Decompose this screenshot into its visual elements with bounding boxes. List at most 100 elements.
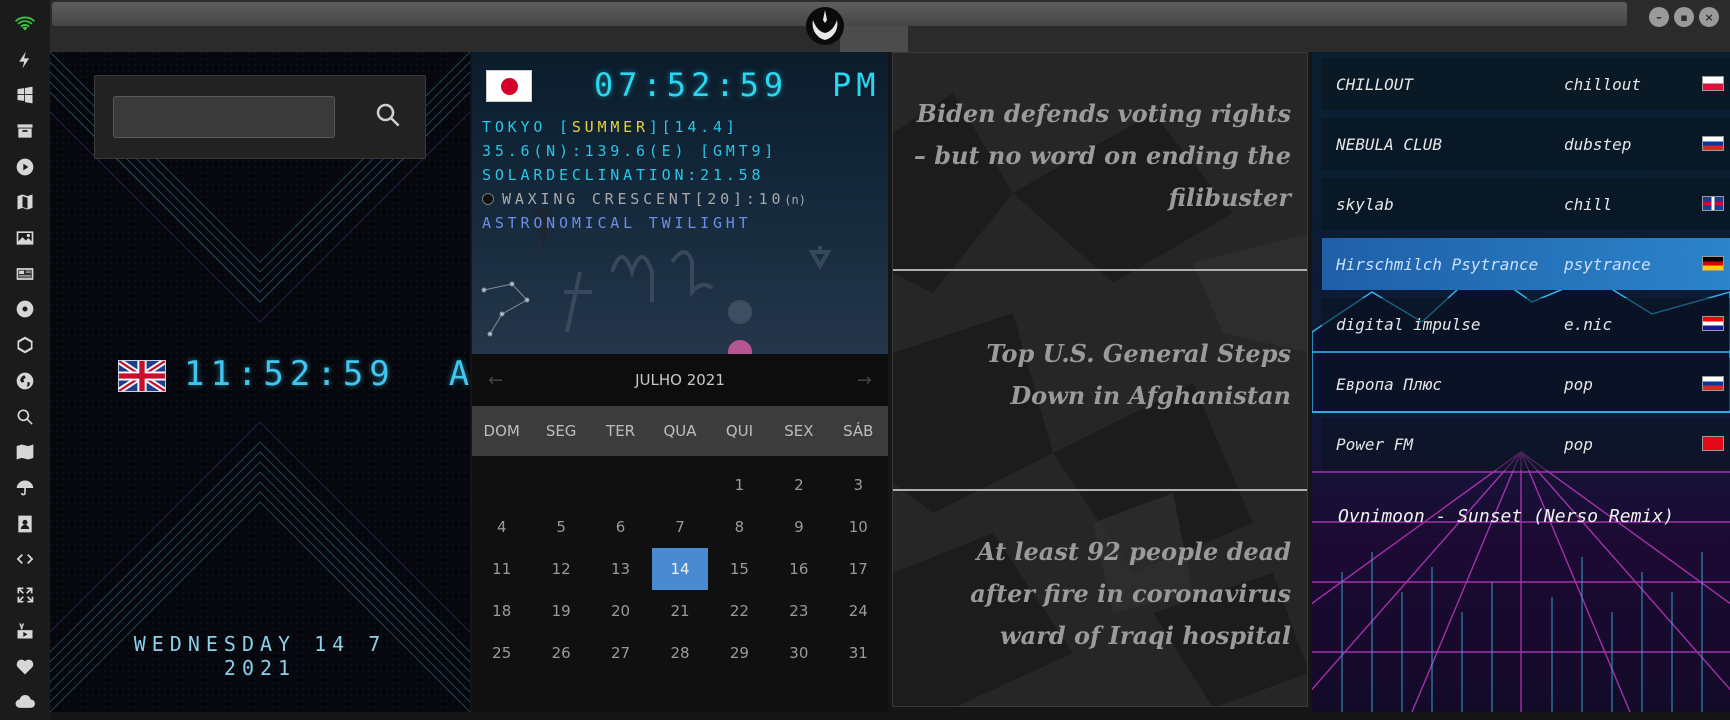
map-book-icon[interactable] [12, 185, 38, 221]
calendar-day[interactable]: 6 [593, 506, 648, 548]
astro-coordinates: 35.6(N):139.6(E) [GMT9] [482, 142, 778, 160]
radio-station-row[interactable]: CHILLOUT chillout [1322, 58, 1730, 110]
calendar-day[interactable]: 3 [831, 464, 886, 506]
calendar-day[interactable]: 17 [831, 548, 886, 590]
radio-station-name: NEBULA CLUB [1336, 134, 1442, 154]
calendar-day[interactable]: 21 [652, 590, 707, 632]
contacts-icon[interactable] [12, 506, 38, 542]
logo-tab[interactable] [840, 26, 908, 52]
maximize-button[interactable]: ▪ [1674, 7, 1694, 27]
calendar-day[interactable]: 27 [593, 632, 648, 674]
calendar-day[interactable]: 23 [771, 590, 826, 632]
tokyo-ampm: PM [832, 66, 881, 104]
archive-icon[interactable] [12, 113, 38, 149]
japan-flag-icon [486, 70, 532, 102]
news-panel: Biden defends voting rights – but no wor… [892, 52, 1308, 707]
radio-station-row[interactable]: Европа Плюс pop [1322, 358, 1730, 410]
radio-station-row[interactable]: Power FM pop [1322, 418, 1730, 470]
radio-station-genre: dubstep [1564, 134, 1632, 154]
youtube-icon[interactable] [12, 613, 38, 649]
calendar-day[interactable]: 1 [712, 464, 767, 506]
close-button[interactable]: × [1699, 7, 1719, 27]
calendar-day[interactable]: 10 [831, 506, 886, 548]
twilight-status: ASTRONOMICAL TWILIGHT [482, 214, 752, 232]
radio-station-name: Hirschmilch Psytrance [1336, 254, 1539, 274]
news-headline[interactable]: At least 92 people dead after fire in co… [907, 531, 1291, 657]
expand-icon[interactable] [12, 577, 38, 613]
calendar-day[interactable]: 25 [474, 632, 529, 674]
code-icon[interactable] [12, 542, 38, 578]
country-flag-icon [1702, 436, 1724, 451]
astro-info: 07:52:59 PM TOKYO [SUMMER][14.4] 35.6(N)… [472, 52, 888, 354]
search-icon[interactable] [373, 100, 403, 130]
calendar-day[interactable]: 4 [474, 506, 529, 548]
globe-icon[interactable] [12, 363, 38, 399]
calendar-day[interactable]: 7 [652, 506, 707, 548]
radio-station-genre: pop [1564, 434, 1593, 454]
calendar-day [474, 464, 529, 506]
moon-phase-text: WAXING CRESCENT[20]:10 [502, 190, 785, 208]
calendar-day[interactable]: 31 [831, 632, 886, 674]
calendar-day [593, 464, 648, 506]
radio-station-name: skylab [1336, 194, 1394, 214]
calendar-day[interactable]: 12 [533, 548, 588, 590]
calendar-day[interactable]: 13 [593, 548, 648, 590]
local-date: WEDNESDAY 14 7 2021 [133, 632, 387, 680]
calendar-day[interactable]: 20 [593, 590, 648, 632]
search-box [94, 75, 426, 159]
news-headline[interactable]: Top U.S. General Steps Down in Afghanist… [907, 333, 1291, 417]
radio-station-row[interactable]: NEBULA CLUB dubstep [1322, 118, 1730, 170]
play-icon[interactable] [12, 149, 38, 185]
calendar-day[interactable]: 30 [771, 632, 826, 674]
calendar-day[interactable]: 15 [712, 548, 767, 590]
heart-icon[interactable] [12, 649, 38, 685]
calendar-day[interactable]: 26 [533, 632, 588, 674]
calendar-prev-button[interactable]: ← [488, 370, 503, 391]
calendar-month-label[interactable]: JULHO 2021 [635, 371, 725, 389]
calendar-day[interactable]: 19 [533, 590, 588, 632]
calendar-day[interactable]: 22 [712, 590, 767, 632]
calendar-next-button[interactable]: → [857, 370, 872, 391]
wifi-icon[interactable] [12, 6, 38, 42]
calendar-day[interactable]: 8 [712, 506, 767, 548]
calendar-weekday: SEG [545, 422, 577, 440]
map-icon[interactable] [12, 434, 38, 470]
country-flag-icon [1702, 376, 1724, 391]
uk-flag-icon [118, 360, 166, 392]
radio-station-genre: e.nic [1564, 314, 1613, 334]
windows-icon[interactable] [12, 77, 38, 113]
calendar-day[interactable]: 18 [474, 590, 529, 632]
rebel-icon[interactable] [12, 292, 38, 328]
cloud-icon[interactable] [12, 684, 38, 720]
calendar-weekday: SEX [784, 422, 814, 440]
hexagon-icon[interactable] [12, 327, 38, 363]
radio-station-row[interactable]: skylab chill [1322, 178, 1730, 230]
local-time: 11:52:59 [184, 354, 396, 394]
calendar-day[interactable]: 28 [652, 632, 707, 674]
minimize-button[interactable]: – [1649, 7, 1669, 27]
calendar-day[interactable]: 11 [474, 548, 529, 590]
image-icon[interactable] [12, 220, 38, 256]
calendar-weekdays: DOM SEG TER QUA QUI SEX SÁB [472, 406, 888, 456]
radio-station-name: Европа Плюс [1336, 374, 1442, 394]
calendar-day[interactable]: 5 [533, 506, 588, 548]
radio-station-row[interactable]: Hirschmilch Psytrance psytrance [1322, 238, 1730, 290]
calendar-day-today[interactable]: 14 [652, 548, 708, 590]
news-icon[interactable] [12, 256, 38, 292]
clock-panel: 11:52:59 AM WEDNESDAY 14 7 2021 [50, 52, 470, 712]
news-headline[interactable]: Biden defends voting rights – but no wor… [907, 93, 1291, 219]
umbrella-icon[interactable] [12, 470, 38, 506]
calendar-day[interactable]: 29 [712, 632, 767, 674]
calendar-day[interactable]: 16 [771, 548, 826, 590]
astro-season: SUMMER [571, 118, 649, 136]
news-separator [893, 489, 1307, 491]
search-icon[interactable] [12, 399, 38, 435]
radio-station-row[interactable]: digital impulse e.nic [1322, 298, 1730, 350]
calendar-day[interactable]: 24 [831, 590, 886, 632]
calendar-day[interactable]: 2 [771, 464, 826, 506]
moon-phase-suffix: (n) [784, 193, 806, 207]
lightning-icon[interactable] [12, 42, 38, 78]
calendar-day[interactable]: 9 [771, 506, 826, 548]
country-flag-icon [1702, 316, 1724, 331]
search-input[interactable] [113, 96, 335, 138]
